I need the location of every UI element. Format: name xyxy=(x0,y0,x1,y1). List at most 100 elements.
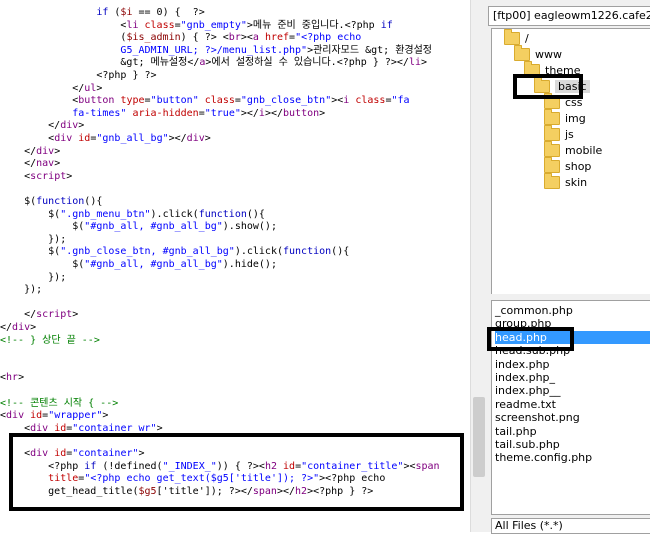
tree-item-basic[interactable]: basic xyxy=(534,76,590,95)
file-list-item[interactable]: theme.config.php xyxy=(495,451,650,464)
code-token: <!-- } 상단 끝 --> xyxy=(0,334,100,346)
code-token: function xyxy=(198,208,247,220)
code-token: div xyxy=(36,145,55,157)
tree-item-www[interactable]: www xyxy=(514,44,562,63)
code-token: >< xyxy=(403,460,416,472)
file-list-item[interactable]: readme.txt xyxy=(495,398,650,411)
code-line: <!-- 콘텐츠 시작 { --> xyxy=(0,398,118,411)
code-token: div xyxy=(186,133,205,144)
file-list[interactable]: _common.php group.php head.php head.sub.php… xyxy=(491,300,650,515)
code-line: }); xyxy=(0,272,66,285)
code-token: "<?php echo get_text($g5['title']); ?>" xyxy=(84,473,320,485)
code-line: </nav> xyxy=(0,158,60,171)
file-list-item[interactable]: index.php_ xyxy=(495,371,650,384)
code-line: <div id="container"> xyxy=(0,448,145,461)
code-token: </ xyxy=(0,120,61,132)
file-list-item[interactable]: group.php xyxy=(495,317,650,330)
file-list-item[interactable]: head.php xyxy=(495,330,650,344)
code-token: span xyxy=(415,460,440,472)
code-line: <div id="wrapper"> xyxy=(0,410,108,423)
code-token: > xyxy=(30,322,37,333)
code-token: div xyxy=(6,410,25,422)
code-token: G5_ADMIN_URL; ?>/menu_list.php" xyxy=(120,44,308,56)
code-editor[interactable]: if ($i == 0) { ?> <li class="gnb_empty">… xyxy=(0,0,470,532)
code-token: $g5 xyxy=(138,485,157,497)
code-token: > xyxy=(54,145,61,157)
code-token: "container_title" xyxy=(301,460,404,472)
code-token: "wrapper" xyxy=(48,410,103,422)
code-line: <li class="gnb_empty">메뉴 준비 중입니다.<?php i… xyxy=(0,19,393,33)
tree-item-skin[interactable]: skin xyxy=(544,172,588,191)
code-token: == 0) { ?> xyxy=(132,7,205,18)
code-token: ( xyxy=(0,32,127,44)
code-token: }); xyxy=(0,284,43,296)
code-token: function xyxy=(36,196,85,207)
file-list-item[interactable]: index.php xyxy=(495,358,650,371)
folder-tree[interactable]: / www theme basic css img js mobile shop skin xyxy=(491,28,650,296)
code-token: < xyxy=(0,133,55,144)
code-token: br xyxy=(228,32,241,44)
code-token: if xyxy=(380,19,393,31)
file-list-item[interactable]: screenshot.png xyxy=(495,411,650,424)
code-line: </ul> xyxy=(0,83,102,96)
code-line: fa-times" aria-hidden="true"></i></butto… xyxy=(0,108,325,121)
code-token: > xyxy=(156,422,163,434)
tree-item-label: theme xyxy=(545,64,581,77)
code-token: "gnb_empty" xyxy=(180,19,247,31)
code-token: > xyxy=(138,448,145,459)
file-list-item[interactable]: head.sub.php xyxy=(495,344,650,357)
code-token: ></ xyxy=(168,133,187,144)
code-token: script xyxy=(36,309,73,321)
code-token: "<?php echo xyxy=(295,32,362,44)
code-line: }); xyxy=(0,284,42,297)
code-token: > xyxy=(66,170,73,182)
code-token: <?php xyxy=(0,460,85,472)
editor-scrollbar[interactable] xyxy=(470,0,487,532)
code-token: < xyxy=(0,19,127,31)
tree-item-label: www xyxy=(535,48,562,61)
tree-item-theme[interactable]: theme xyxy=(524,60,581,79)
file-list-item[interactable]: tail.sub.php xyxy=(495,438,650,451)
folder-icon xyxy=(544,92,560,109)
file-list-item[interactable]: index.php__ xyxy=(495,384,650,397)
code-token: button xyxy=(283,107,320,119)
file-list-item[interactable]: _common.php xyxy=(495,304,650,317)
code-token: li xyxy=(126,19,139,31)
code-token: div xyxy=(30,448,49,459)
tree-item-label: skin xyxy=(565,176,588,189)
code-token: "#gnb_all, #gnb_all_bg" xyxy=(84,221,223,233)
code-token: "gnb_close_btn" xyxy=(240,95,332,107)
code-token: div xyxy=(30,422,49,434)
code-token: $( xyxy=(0,246,61,258)
code-line: <script> xyxy=(0,171,72,184)
code-line: <hr> xyxy=(0,372,24,385)
file-list-item[interactable]: tail.php xyxy=(495,425,650,438)
code-token: $( xyxy=(0,196,37,207)
tree-item-mobile[interactable]: mobile xyxy=(544,140,602,159)
editor-scrollbar-thumb[interactable] xyxy=(473,397,485,477)
code-token: "#gnb_all, #gnb_all_bg" xyxy=(84,259,223,270)
code-token: ></ xyxy=(264,107,284,119)
code-token: }); xyxy=(0,233,67,245)
code-token: > xyxy=(102,410,109,422)
code-line: }); xyxy=(0,234,66,247)
code-token: function xyxy=(283,246,332,258)
code-line: <button type="button" class="gnb_close_b… xyxy=(0,95,409,108)
code-token: "button" xyxy=(150,95,199,107)
code-token: > xyxy=(72,309,79,321)
code-line: <?php if (!defined("_INDEX_")) { ?><h2 i… xyxy=(0,460,440,474)
code-token: <?php } ?> xyxy=(0,70,157,81)
ftp-site-tab[interactable]: [ftp00] eagleowm1226.cafe24.com xyxy=(488,6,650,26)
code-token: < xyxy=(0,448,31,459)
folder-icon xyxy=(534,76,550,93)
tree-item-label: shop xyxy=(565,160,592,173)
code-line: </div> xyxy=(0,146,60,159)
code-token: ".gnb_menu_btn" xyxy=(60,208,151,220)
code-line: $("#gnb_all, #gnb_all_bg").show(); xyxy=(0,221,277,234)
code-token: href xyxy=(264,32,290,44)
code-token: class xyxy=(144,19,175,31)
folder-icon xyxy=(544,124,560,141)
code-token: ul xyxy=(84,82,97,94)
